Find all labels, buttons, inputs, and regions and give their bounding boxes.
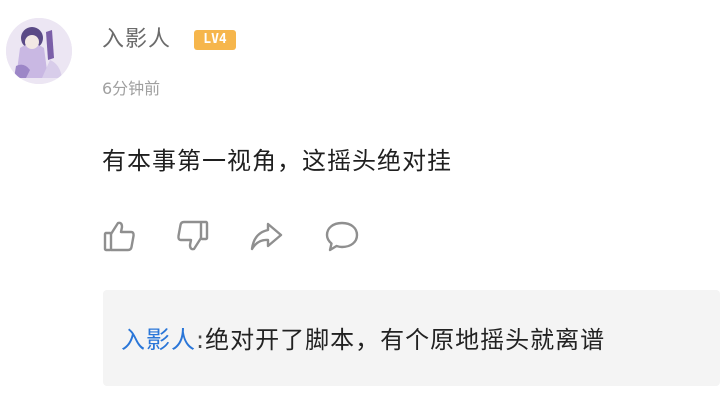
share-icon (250, 222, 283, 251)
avatar-image (6, 18, 72, 84)
level-badge: LV4 (194, 30, 236, 50)
user-avatar[interactable] (6, 18, 72, 84)
reply-line: 入影人:绝对开了脚本，有个原地摇头就离谱 (121, 322, 605, 358)
comment-button[interactable] (322, 216, 362, 256)
reply-text: 绝对开了脚本，有个原地摇头就离谱 (205, 326, 606, 354)
reply-separator: : (196, 326, 206, 354)
reply-author[interactable]: 入影人 (121, 326, 196, 354)
reply-preview[interactable]: 入影人:绝对开了脚本，有个原地摇头就离谱 (103, 290, 720, 386)
share-button[interactable] (246, 216, 286, 256)
thumbs-down-icon (177, 220, 209, 251)
dislike-button[interactable] (172, 216, 212, 256)
like-button[interactable] (100, 216, 140, 256)
comment-text: 有本事第一视角，这摇头绝对挂 (102, 147, 452, 175)
comment-bubble-icon (325, 221, 359, 252)
comment-username[interactable]: 入影人 (102, 26, 171, 54)
thumbs-up-icon (103, 221, 135, 252)
comment-timestamp: 6分钟前 (102, 79, 161, 98)
